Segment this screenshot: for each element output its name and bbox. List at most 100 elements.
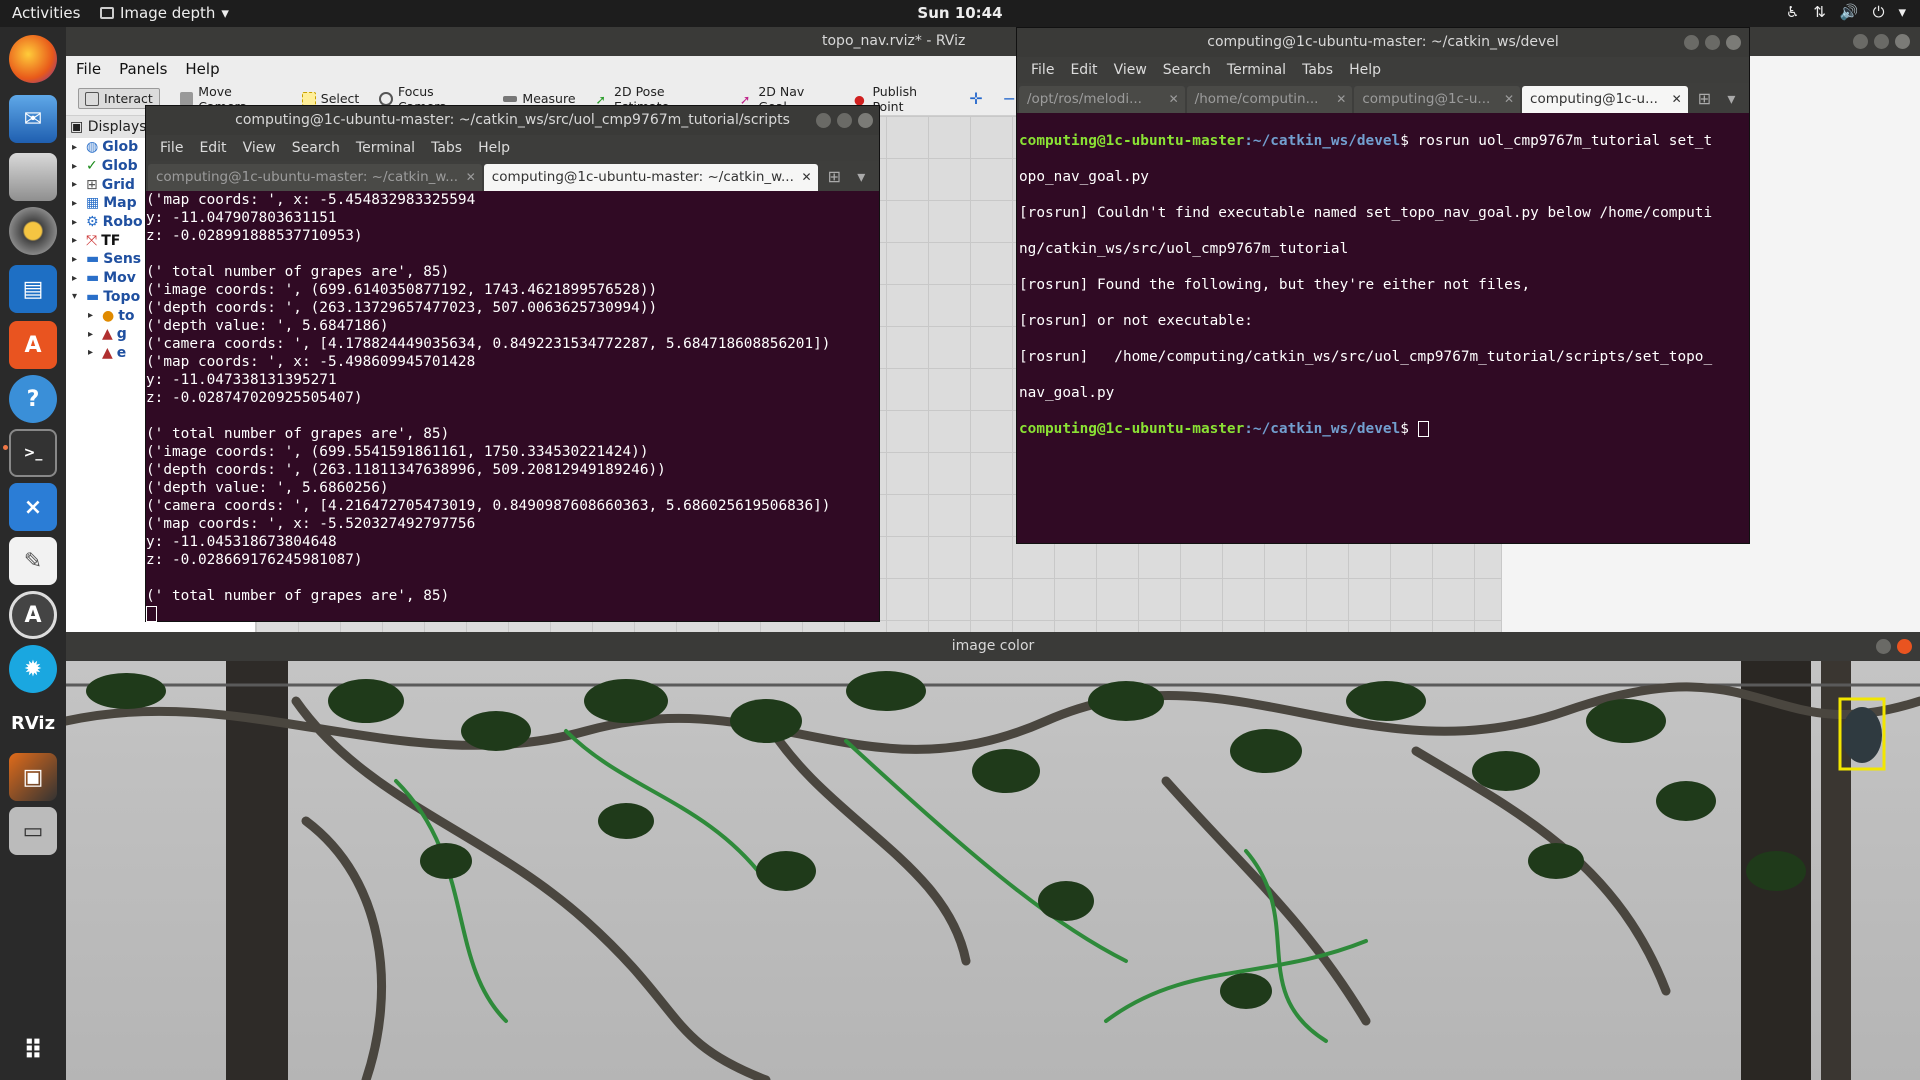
terminal-tab-active[interactable]: computing@1c-u... ✕ (1522, 86, 1688, 113)
gazebo-icon[interactable]: ✹ (9, 645, 57, 693)
menu-view[interactable]: View (1106, 62, 1155, 78)
rhythmbox-icon[interactable] (9, 207, 57, 255)
image-window-titlebar[interactable]: image color (66, 632, 1920, 661)
chevron-down-icon[interactable]: ▾ (1727, 89, 1749, 109)
menu-edit[interactable]: Edit (1062, 62, 1105, 78)
select-tool[interactable]: Select (301, 91, 359, 106)
new-tab-icon[interactable]: ⊞ (828, 167, 850, 187)
terminal-right-titlebar[interactable]: computing@1c-ubuntu-master: ~/catkin_ws/… (1017, 28, 1749, 57)
menu-search[interactable]: Search (1155, 62, 1219, 78)
thunderbird-icon[interactable]: ✉ (9, 95, 57, 143)
show-applications-icon[interactable]: ⠿ (9, 1027, 57, 1075)
close-tab-icon[interactable]: ✕ (466, 164, 476, 191)
terminal-icon[interactable]: >_ (9, 429, 57, 477)
menu-file[interactable]: File (152, 140, 191, 156)
terminal-left-titlebar[interactable]: computing@1c-ubuntu-master: ~/catkin_ws/… (146, 106, 879, 135)
chevron-right-icon[interactable]: ▸ (88, 347, 98, 358)
volume-icon[interactable]: 🔊 (1840, 3, 1859, 21)
terminal-line: ('depth coords: ', (263.13729657477023, … (146, 300, 658, 316)
menu-terminal[interactable]: Terminal (1219, 62, 1294, 78)
activities-button[interactable]: Activities (12, 4, 80, 22)
text-editor-icon[interactable]: ✎ (9, 537, 57, 585)
chevron-right-icon[interactable]: ▸ (88, 310, 98, 321)
close-icon[interactable] (1895, 34, 1910, 49)
close-icon[interactable] (858, 113, 873, 128)
maximize-icon[interactable] (837, 113, 852, 128)
measure-tool[interactable]: Measure (503, 91, 576, 106)
network-icon[interactable]: ⇅ (1813, 3, 1826, 21)
close-icon[interactable] (1897, 639, 1912, 654)
menu-terminal[interactable]: Terminal (348, 140, 423, 156)
scanner-icon[interactable]: ▭ (9, 807, 57, 855)
chevron-right-icon[interactable]: ▸ (72, 254, 82, 265)
libreoffice-writer-icon[interactable]: ▤ (9, 265, 57, 313)
terminal-tab[interactable]: computing@1c-ubuntu-master: ~/catkin_w..… (148, 164, 482, 191)
help-icon[interactable]: ? (9, 375, 57, 423)
rviz-icon[interactable]: RViz (9, 699, 57, 747)
tab-label: computing@1c-ubuntu-master: ~/catkin_w..… (156, 169, 459, 185)
menu-tabs[interactable]: Tabs (1294, 62, 1341, 78)
terminal-tab[interactable]: computing@1c-u... ✕ (1354, 86, 1521, 113)
minimize-icon[interactable] (816, 113, 831, 128)
files-icon[interactable] (9, 153, 57, 201)
minimize-icon[interactable] (1876, 639, 1891, 654)
terminal-right-output[interactable]: computing@1c-ubuntu-master:~/catkin_ws/d… (1019, 114, 1712, 474)
vscode-icon[interactable]: ⨯ (9, 483, 57, 531)
terminal-left-output[interactable]: ('map coords: ', x: -5.454832983325594 y:… (146, 191, 830, 623)
terminal-line: ('depth value: ', 5.6860256) (146, 480, 389, 496)
running-indicator (3, 445, 8, 450)
menu-search[interactable]: Search (284, 140, 348, 156)
menu-help[interactable]: Help (1341, 62, 1389, 78)
prompt-dollar: $ (1400, 133, 1418, 149)
minimize-icon[interactable] (1684, 35, 1699, 50)
close-tab-icon[interactable]: ✕ (1672, 86, 1682, 113)
image-window-controls (1876, 639, 1912, 654)
maximize-icon[interactable] (1705, 35, 1720, 50)
chevron-down-icon[interactable]: ▾ (1898, 3, 1906, 21)
maximize-icon[interactable] (1874, 34, 1889, 49)
software-center-icon[interactable]: A (9, 321, 57, 369)
app-menu[interactable]: Image depth ▾ (100, 4, 229, 22)
close-tab-icon[interactable]: ✕ (1336, 86, 1346, 113)
menu-file[interactable]: File (1023, 62, 1062, 78)
power-icon[interactable]: ⏻ (1873, 3, 1885, 21)
menu-view[interactable]: View (235, 140, 284, 156)
firefox-icon[interactable] (9, 35, 57, 83)
menu-tabs[interactable]: Tabs (423, 140, 470, 156)
terminal-tab-active[interactable]: computing@1c-ubuntu-master: ~/catkin_w..… (483, 164, 818, 191)
package-icon[interactable]: ▣ (9, 753, 57, 801)
chevron-right-icon[interactable]: ▸ (72, 161, 82, 172)
chevron-right-icon[interactable]: ▸ (72, 235, 82, 246)
remove-tool-button[interactable]: − (1003, 89, 1016, 108)
close-tab-icon[interactable]: ✕ (1169, 86, 1179, 113)
terminal-tab[interactable]: /opt/ros/melodi... ✕ (1019, 86, 1185, 113)
add-tool-button[interactable]: ✛ (969, 89, 982, 108)
new-tab-icon[interactable]: ⊞ (1698, 89, 1720, 109)
terminal-line: ng/catkin_ws/src/uol_cmp9767m_tutorial (1019, 241, 1349, 257)
menu-help[interactable]: Help (470, 140, 518, 156)
chevron-right-icon[interactable]: ▸ (72, 179, 82, 190)
chevron-down-icon[interactable]: ▾ (857, 167, 879, 187)
chevron-right-icon[interactable]: ▸ (72, 273, 82, 284)
terminal-tab[interactable]: /home/computin... ✕ (1186, 86, 1353, 113)
minimize-icon[interactable] (1853, 34, 1868, 49)
chevron-right-icon[interactable]: ▸ (88, 329, 98, 340)
close-icon[interactable] (1726, 35, 1741, 50)
software-updater-icon[interactable]: A (9, 591, 57, 639)
clock[interactable]: Sun 10:44 (917, 4, 1002, 22)
chevron-right-icon[interactable]: ▸ (72, 217, 82, 228)
grape-bunch (1842, 707, 1882, 763)
accessibility-icon[interactable]: ♿ (1786, 3, 1799, 21)
menu-file[interactable]: File (76, 60, 101, 78)
menu-panels[interactable]: Panels (119, 60, 167, 78)
chevron-down-icon[interactable]: ▾ (72, 291, 82, 302)
chevron-right-icon[interactable]: ▸ (72, 142, 82, 153)
menu-edit[interactable]: Edit (191, 140, 234, 156)
menu-help[interactable]: Help (185, 60, 219, 78)
close-tab-icon[interactable]: ✕ (802, 164, 812, 191)
chevron-right-icon[interactable]: ▸ (72, 198, 82, 209)
close-tab-icon[interactable]: ✕ (1504, 86, 1514, 113)
terminal-right-menubar: File Edit View Search Terminal Tabs Help (1017, 57, 1749, 83)
system-tray[interactable]: ♿ ⇅ 🔊 ⏻ ▾ (1786, 3, 1906, 21)
folder-icon: ▬ (86, 251, 100, 268)
